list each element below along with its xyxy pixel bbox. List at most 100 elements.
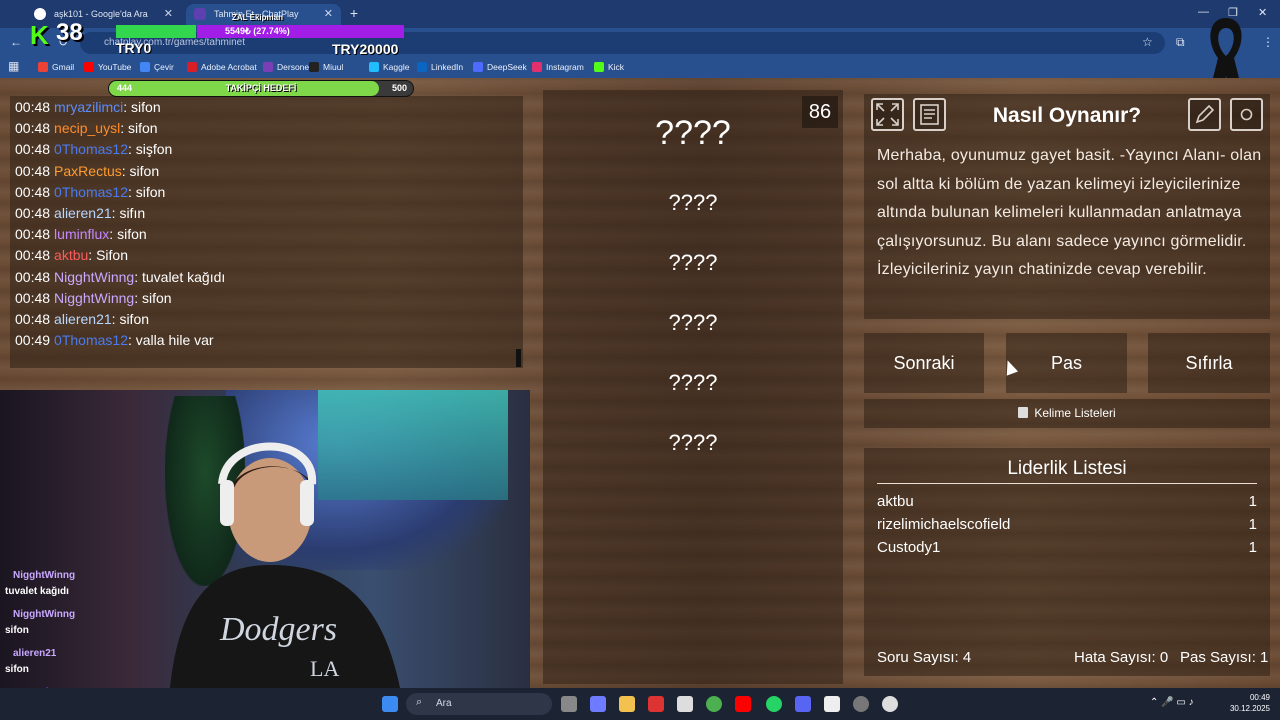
chat-time: 00:48 xyxy=(15,99,51,115)
bookmark-miuul[interactable]: Miuul xyxy=(309,60,343,74)
leaderboard-row: Custody1 1 xyxy=(877,539,1257,556)
how-to-play-text: Merhaba, oyunumuz gayet basit. -Yayıncı … xyxy=(877,147,1262,278)
chat-separator: : xyxy=(127,332,136,349)
bookmark-kaggle[interactable]: Kaggle xyxy=(369,60,409,74)
player-name: aktbu xyxy=(877,493,914,510)
bookmark-label: YouTube xyxy=(98,62,132,72)
apps-icon[interactable]: ▦ xyxy=(8,59,19,73)
whatsapp-icon[interactable] xyxy=(766,696,782,712)
bookmark-star-icon[interactable]: ☆ xyxy=(1142,35,1153,49)
chat-text: sifon xyxy=(117,226,147,243)
chat-username[interactable]: mryazilimci xyxy=(54,99,123,115)
error-count: Hata Sayısı: 0 xyxy=(1074,649,1169,666)
clock-date: 30.12.2025 xyxy=(1229,704,1270,713)
new-tab-icon[interactable]: + xyxy=(346,4,362,22)
streamer-image: Dodgers LA xyxy=(170,442,400,688)
chat-username[interactable]: alieren21 xyxy=(54,311,112,327)
donation-bar-fill xyxy=(116,25,196,38)
close-tab-icon[interactable]: ✕ xyxy=(164,4,173,24)
obs-icon[interactable] xyxy=(853,696,869,712)
discord-icon[interactable] xyxy=(795,696,811,712)
bookmark-label: Kaggle xyxy=(383,62,410,72)
chat-separator: : xyxy=(134,268,142,285)
bookmark-adobe-acrobat[interactable]: Adobe Acrobat xyxy=(187,60,257,74)
chat-username[interactable]: luminflux xyxy=(54,226,109,242)
player-score: 1 xyxy=(1248,539,1257,556)
clock[interactable]: 00:49 30.12.2025 xyxy=(1230,692,1270,714)
chat-text: sifon xyxy=(141,289,172,306)
word-lists-button[interactable]: Kelime Listeleri xyxy=(864,399,1270,428)
chat-username[interactable]: necip_uysl xyxy=(54,120,120,136)
player-score: 1 xyxy=(1248,516,1257,533)
reset-button[interactable]: Sıfırla xyxy=(1148,333,1270,393)
chat-username[interactable]: PaxRectus xyxy=(54,163,122,179)
chat-username[interactable]: NigghtWinng xyxy=(54,290,134,306)
copilot-icon[interactable] xyxy=(590,696,606,712)
chat-message: 00:48 0Thomas12: sişfon xyxy=(15,141,172,157)
video-app-icon[interactable] xyxy=(648,696,664,712)
bookmark-çevir[interactable]: Çevir xyxy=(140,60,174,74)
chat-username[interactable]: 0Thomas12 xyxy=(54,184,128,200)
chat-time: 00:48 xyxy=(15,120,51,137)
back-icon[interactable]: ← xyxy=(10,35,22,49)
chat-username[interactable]: NigghtWinng xyxy=(54,269,134,285)
chat-time: 00:48 xyxy=(15,247,51,264)
youtube-icon[interactable] xyxy=(735,696,751,712)
search-placeholder: Ara xyxy=(436,698,452,709)
bookmark-dersonet[interactable]: Dersonet xyxy=(263,60,312,74)
chrome-icon[interactable] xyxy=(706,696,722,712)
start-icon[interactable] xyxy=(382,696,398,712)
bookmark-youtube[interactable]: YouTube xyxy=(84,60,131,74)
chat-message: 00:48 PaxRectus: sifon xyxy=(15,163,159,179)
chat-username[interactable]: 0Thomas12 xyxy=(54,141,128,157)
donation-progress: 5549₺ (27.74%) xyxy=(197,25,404,38)
next-button[interactable]: Sonraki xyxy=(864,333,984,393)
chat-message: 00:49 0Thomas12: valla hile var xyxy=(15,332,214,348)
capcut-icon[interactable] xyxy=(824,696,840,712)
tab-label: aşk101 - Google'da Ara xyxy=(54,9,148,19)
file-explorer-icon[interactable] xyxy=(619,696,635,712)
cortana-icon[interactable] xyxy=(882,696,898,712)
overlay-username: NigghtWinng xyxy=(13,609,76,620)
menu-icon[interactable]: ⋮ xyxy=(1262,35,1274,49)
close-tab-icon[interactable]: ✕ xyxy=(324,4,333,24)
bookmark-kick[interactable]: Kick xyxy=(594,60,624,74)
game-page: 00:48 mryazilimci: sifon 00:48 necip_uysl: … xyxy=(0,78,1280,713)
chat-scrollbar[interactable] xyxy=(516,349,521,367)
chat-text: sişfon xyxy=(135,141,173,158)
bookmark-label: Adobe Acrobat xyxy=(201,62,257,72)
chat-time: 00:48 xyxy=(15,183,51,200)
forbidden-word: ???? xyxy=(668,190,718,215)
chat-message: 00:48 luminflux: sifon xyxy=(15,226,147,242)
bookmark-instagram[interactable]: Instagram xyxy=(532,60,584,74)
chat-username[interactable]: alieren21 xyxy=(54,205,112,221)
bookmark-label: DeepSeek xyxy=(487,62,527,72)
bookmark-label: Çevir xyxy=(154,62,174,72)
bookmark-gmail[interactable]: Gmail xyxy=(38,60,74,74)
chat-separator: : xyxy=(121,162,130,179)
follower-goal-label: TAKİPÇİ HEDEFİ xyxy=(225,83,297,93)
bookmark-favicon-icon xyxy=(38,62,48,72)
chat-separator: : xyxy=(123,99,132,115)
store-icon[interactable] xyxy=(677,696,693,712)
chat-separator: : xyxy=(109,226,118,243)
forbidden-word: ???? xyxy=(668,250,718,275)
webcam-feed: Dodgers LA NigghtWinng tuvalet kağıdı Nigg… xyxy=(0,390,530,713)
taskbar-search[interactable]: ⌕ Ara xyxy=(406,693,552,715)
pass-button[interactable]: Pas xyxy=(1006,333,1127,393)
chat-username[interactable]: 0Thomas12 xyxy=(54,332,128,348)
bookmark-deepseek[interactable]: DeepSeek xyxy=(473,60,527,74)
system-tray[interactable]: ⌃ 🎤 ▭ ♪ xyxy=(1150,697,1194,708)
chat-text: tuvalet kağıdı xyxy=(141,268,226,285)
extensions-icon[interactable]: ⧉ xyxy=(1176,35,1185,50)
bookmark-favicon-icon xyxy=(140,62,150,72)
task-view-icon[interactable] xyxy=(561,696,577,712)
close-window-icon[interactable]: ✕ xyxy=(1258,6,1267,19)
chat-username[interactable]: aktbu xyxy=(54,247,88,263)
chat-separator: : xyxy=(120,120,128,137)
player-name: rizelimichaelscofield xyxy=(877,516,1011,533)
bookmark-linkedin[interactable]: LinkedIn xyxy=(417,60,463,74)
bookmark-favicon-icon xyxy=(594,62,604,72)
chat-message: 00:48 alieren21: sifon xyxy=(15,311,149,327)
bookmarks-bar: ▦ Gmail YouTube Çevir Adobe Acrobat Dersonet… xyxy=(0,56,1280,78)
